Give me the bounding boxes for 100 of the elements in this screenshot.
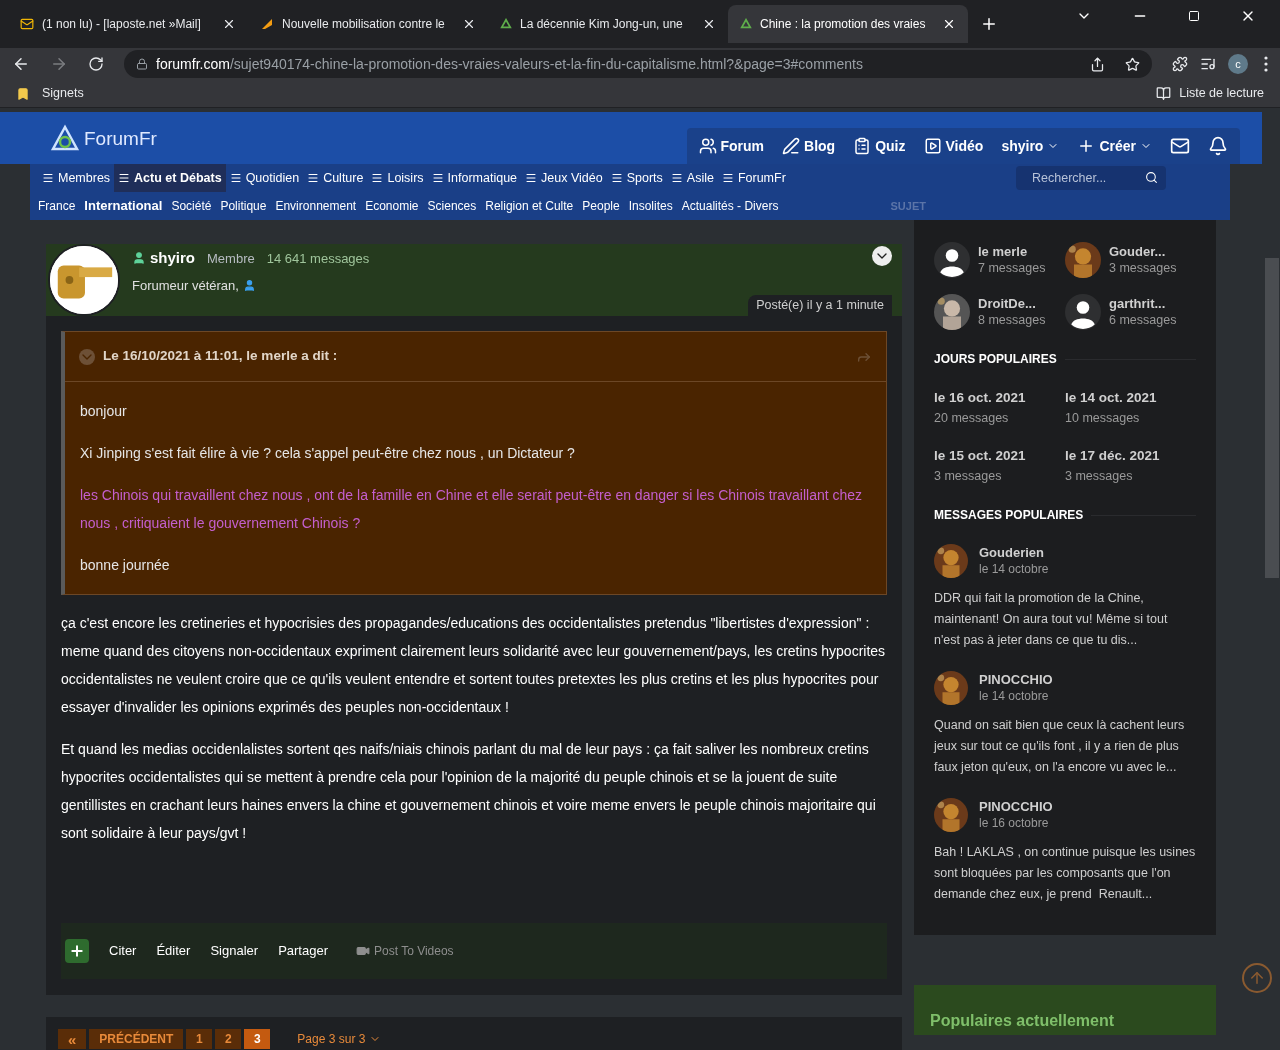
page-button[interactable]: 1	[186, 1029, 213, 1049]
page-button[interactable]: 2	[215, 1029, 242, 1049]
lock-icon	[136, 58, 148, 70]
popular-day[interactable]: le 17 déc. 2021	[1065, 446, 1196, 466]
close-icon[interactable]	[462, 17, 476, 31]
menu-item[interactable]: Jeux Vidéo	[521, 164, 607, 192]
member-role: Membre	[207, 249, 255, 268]
reading-list-icon[interactable]	[1156, 86, 1172, 101]
site-logo[interactable]: ForumFr	[84, 124, 157, 154]
browser-tab[interactable]: (1 non lu) - [laposte.net »Mail]	[8, 5, 248, 43]
post-action[interactable]: Signaler	[210, 941, 259, 961]
post-action[interactable]: Citer	[109, 941, 137, 961]
submenu-item[interactable]: Actualités - Divers	[681, 197, 779, 215]
avatar-icon	[934, 242, 970, 278]
message-date: le 14 octobre	[979, 688, 1050, 705]
participant-name[interactable]: DroitDe...	[978, 295, 1048, 312]
profile-avatar[interactable]: c	[1228, 54, 1248, 74]
add-button[interactable]	[65, 939, 89, 963]
menu-item[interactable]: Sports	[606, 164, 667, 192]
reload-icon[interactable]	[88, 56, 104, 72]
submenu-item[interactable]: Economie	[365, 197, 419, 215]
participant-name[interactable]: garthrit...	[1109, 295, 1179, 312]
submenu-item[interactable]: International	[84, 196, 163, 216]
bookmark-folder[interactable]: Signets	[42, 84, 84, 103]
reading-list-link[interactable]: Liste de lecture	[1179, 84, 1264, 103]
maximize-icon[interactable]	[1188, 10, 1200, 22]
search-icon[interactable]	[1145, 171, 1158, 184]
post-action[interactable]: Éditer	[156, 941, 191, 961]
back-icon[interactable]	[12, 55, 30, 73]
participant-name[interactable]: Gouder...	[1109, 243, 1179, 260]
popular-day[interactable]: le 16 oct. 2021	[934, 388, 1065, 408]
message-excerpt[interactable]: DDR qui fait la promotion de la Chine, maintenant! On aura tout vu! Même si tout n'est pas à jeter dans ce que tu dis...	[934, 588, 1196, 651]
scrollbar-thumb[interactable]	[1265, 258, 1279, 578]
menu-item[interactable]: Asile	[666, 164, 718, 192]
menu-item[interactable]: ForumFr	[717, 164, 790, 192]
section-heading: MESSAGES POPULAIRES	[934, 507, 1084, 524]
message-author[interactable]: PINOCCHIO	[979, 671, 1053, 688]
forward-icon[interactable]	[50, 55, 68, 73]
person-icon	[242, 278, 256, 292]
nav-link[interactable]: Quiz	[853, 135, 906, 157]
new-tab-icon[interactable]	[980, 15, 998, 33]
submenu-item[interactable]: People	[582, 197, 620, 215]
submenu-item[interactable]: Religion et Culte	[485, 197, 574, 215]
nav-link[interactable]: Blog	[782, 135, 836, 157]
message-excerpt[interactable]: Quand on sait bien que ceux là cachent leurs jeux sur tout ce qu'ils font , il y a rien de plus faux jeton qu'eux, on l'a encore vu avec le...	[934, 715, 1196, 778]
submenu-item[interactable]: Insolites	[628, 197, 673, 215]
search-field[interactable]: Rechercher...	[1016, 166, 1166, 190]
browser-tab[interactable]: Nouvelle mobilisation contre le	[248, 5, 488, 43]
nav-link[interactable]: Vidéo	[923, 135, 984, 157]
menu-item[interactable]: Culture	[303, 164, 368, 192]
submenu-item[interactable]: France	[38, 197, 76, 215]
submenu-item[interactable]: Société	[171, 197, 212, 215]
submenu-item[interactable]: Environnement	[275, 197, 357, 215]
media-icon[interactable]	[1200, 56, 1216, 72]
close-icon[interactable]	[222, 17, 236, 31]
close-icon[interactable]	[942, 17, 956, 31]
mail-icon[interactable]	[1170, 136, 1190, 156]
tab-title: La décennie Kim Jong-un, une	[520, 16, 684, 33]
nav-link[interactable]: shyiro	[1001, 135, 1060, 157]
star-icon[interactable]	[1125, 56, 1140, 72]
nav-link[interactable]: Créer	[1077, 135, 1152, 157]
browser-tab[interactable]: La décennie Kim Jong-un, une	[488, 5, 728, 43]
notifications-icon[interactable]	[1208, 136, 1228, 156]
first-page-button[interactable]: «	[58, 1029, 87, 1049]
post-action[interactable]: Post To Videos	[356, 942, 454, 960]
menu-item[interactable]: Actu et Débats	[114, 164, 226, 192]
menu-item[interactable]: Informatique	[427, 164, 522, 192]
menu-dots-icon[interactable]	[1264, 56, 1268, 72]
participant-name[interactable]: le merle	[978, 243, 1048, 260]
nav-link[interactable]: Forum	[698, 135, 765, 157]
page-button[interactable]: 3	[244, 1029, 271, 1049]
clipboard-icon	[853, 137, 872, 155]
day-count: 20 messages	[934, 410, 1010, 427]
submenu-item[interactable]: Politique	[220, 197, 267, 215]
post-action[interactable]: Partager	[278, 941, 328, 961]
post-date: Posté(e) il y a 1 minute	[748, 295, 892, 316]
message-author[interactable]: Gouderien	[979, 544, 1049, 561]
message-author[interactable]: PINOCCHIO	[979, 798, 1053, 815]
page-dropdown[interactable]: Page 3 sur 3	[297, 1030, 382, 1048]
address-bar[interactable]: forumfr.com/sujet940174-chine-la-promotion-des-vraies-valeurs-et-la-fin-du-capitalisme.html?&page=3#comments	[124, 50, 1152, 78]
post-paragraph: Et quand les medias occidenlalistes sortent qes naifs/niais chinois parlant du mal de leur pays : ça fait saliver les nombreux cretins hypocrites occidentalistes qui se mettent à prendre cela pour l'opinion de la majorité du peuple chinois et se la jouent de suite gentillistes en crachant leurs haines envers la chine et gouvernement chinois et voire meme envers le peuple chinois majoritaire qui sont solidaire à leur pays/gvt !	[61, 740, 877, 843]
panel-heading: Populaires actuellement	[930, 1011, 1115, 1031]
popular-day[interactable]: le 14 oct. 2021	[1065, 388, 1196, 408]
menu-item[interactable]: Membres	[38, 164, 115, 192]
message-excerpt[interactable]: Bah ! LAKLAS , on continue puisque les usines sont bloquées par les composants que l'on demande chez eux, je prend Renault...	[934, 842, 1196, 905]
browser-tab[interactable]: Chine : la promotion des vraies	[728, 5, 968, 43]
submenu-item[interactable]: Sciences	[427, 197, 477, 215]
message-date: le 16 octobre	[979, 815, 1050, 832]
extensions-icon[interactable]	[1172, 56, 1188, 72]
menu-icon	[610, 172, 623, 184]
menu-item[interactable]: Loisirs	[367, 164, 428, 192]
menu-icon	[229, 172, 242, 184]
share-icon[interactable]	[1090, 56, 1105, 72]
users-icon	[698, 137, 717, 155]
expand-icon[interactable]	[872, 246, 892, 266]
popular-day[interactable]: le 15 oct. 2021	[934, 446, 1065, 466]
previous-button[interactable]: PRÉCÉDENT	[89, 1029, 184, 1049]
menu-item[interactable]: Quotidien	[225, 164, 304, 192]
close-icon[interactable]	[702, 17, 716, 31]
author-name[interactable]: shyiro	[132, 247, 195, 270]
